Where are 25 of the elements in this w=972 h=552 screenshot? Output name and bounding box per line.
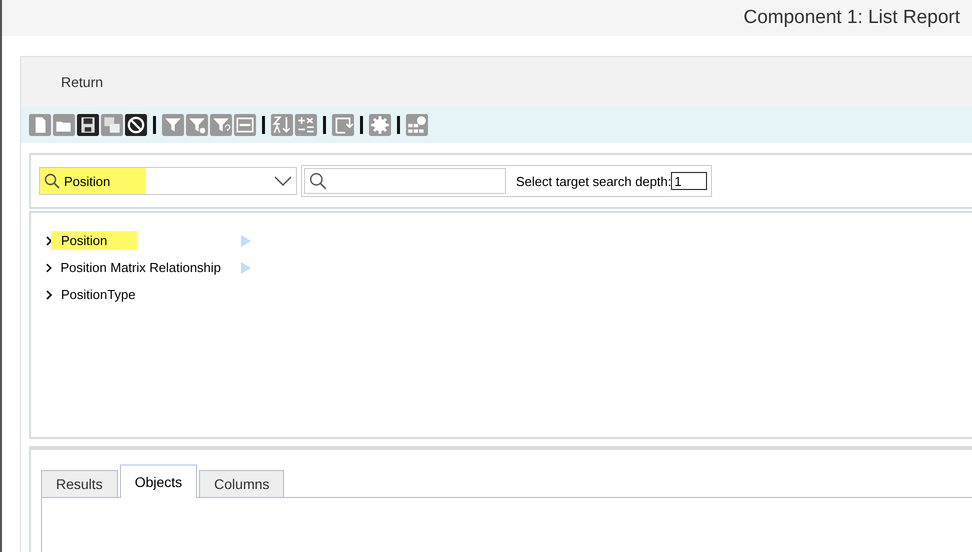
return-button[interactable]: Return xyxy=(51,70,114,94)
cancel-icon[interactable] xyxy=(125,114,147,136)
toolbar-separator xyxy=(262,116,265,134)
toolbar-separator xyxy=(323,116,326,134)
tab[interactable]: Objects xyxy=(120,464,198,498)
tab[interactable]: Results xyxy=(41,470,118,497)
tree-item[interactable]: PositionType xyxy=(51,285,166,304)
window-title: Component 1: List Report xyxy=(743,7,960,29)
toolbar-separator xyxy=(153,116,156,134)
chevron-right-icon[interactable] xyxy=(45,236,53,246)
chevron-right-icon[interactable] xyxy=(45,290,53,300)
tree-item[interactable]: Position xyxy=(51,231,138,250)
depth-field[interactable]: 1 xyxy=(671,172,708,190)
toolbar-separator xyxy=(360,116,363,134)
toolbar-separator xyxy=(397,116,400,134)
tree-item[interactable]: Position Matrix Relationship xyxy=(50,258,241,277)
object-type-dropdown[interactable]: Position xyxy=(39,167,297,195)
tab[interactable]: Columns xyxy=(199,470,284,497)
save-icon[interactable] xyxy=(77,114,99,136)
chevron-right-icon[interactable] xyxy=(45,262,52,272)
search-icon xyxy=(309,172,327,190)
chevron-down-icon xyxy=(274,176,292,186)
search-icon xyxy=(44,173,60,189)
search-field[interactable] xyxy=(304,168,506,194)
depth-label: Select target search depth: xyxy=(516,174,672,188)
